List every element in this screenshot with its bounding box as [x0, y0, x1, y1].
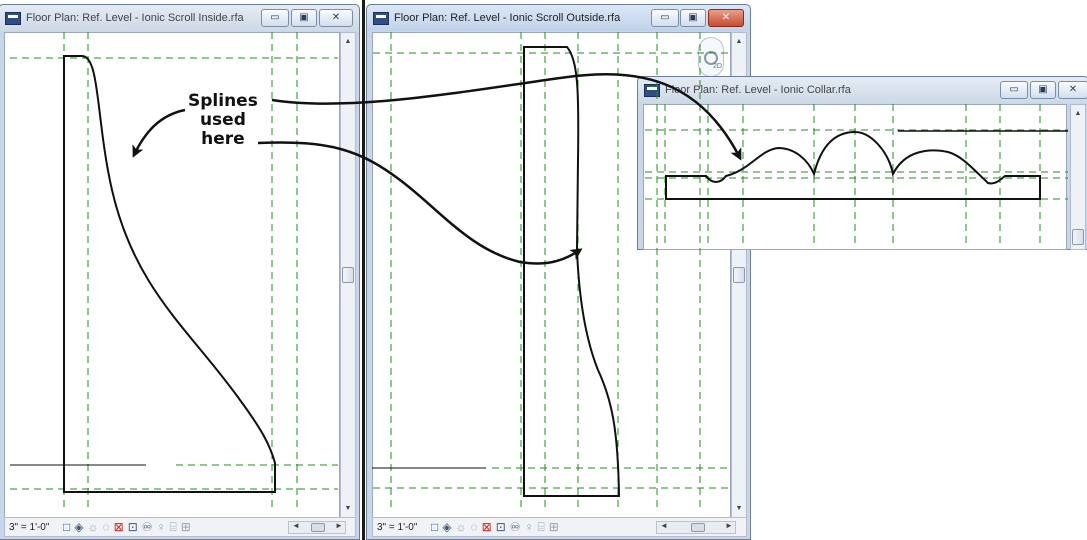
collar-profile	[665, 130, 1041, 200]
drawing-overlay	[10, 32, 1068, 512]
ref-planes-outside	[373, 32, 728, 512]
callout-line: Splines	[188, 91, 258, 111]
callout-arrow-outside	[257, 141, 583, 265]
scroll-outside-profile	[523, 46, 621, 497]
callout-line: used	[199, 110, 246, 130]
splines-callout: Splines used here	[188, 92, 258, 149]
callout-line: here	[201, 129, 245, 149]
ref-planes-inside	[10, 32, 338, 512]
callout-arrow-inside	[132, 108, 186, 158]
callout-arrow-collar	[271, 72, 742, 161]
